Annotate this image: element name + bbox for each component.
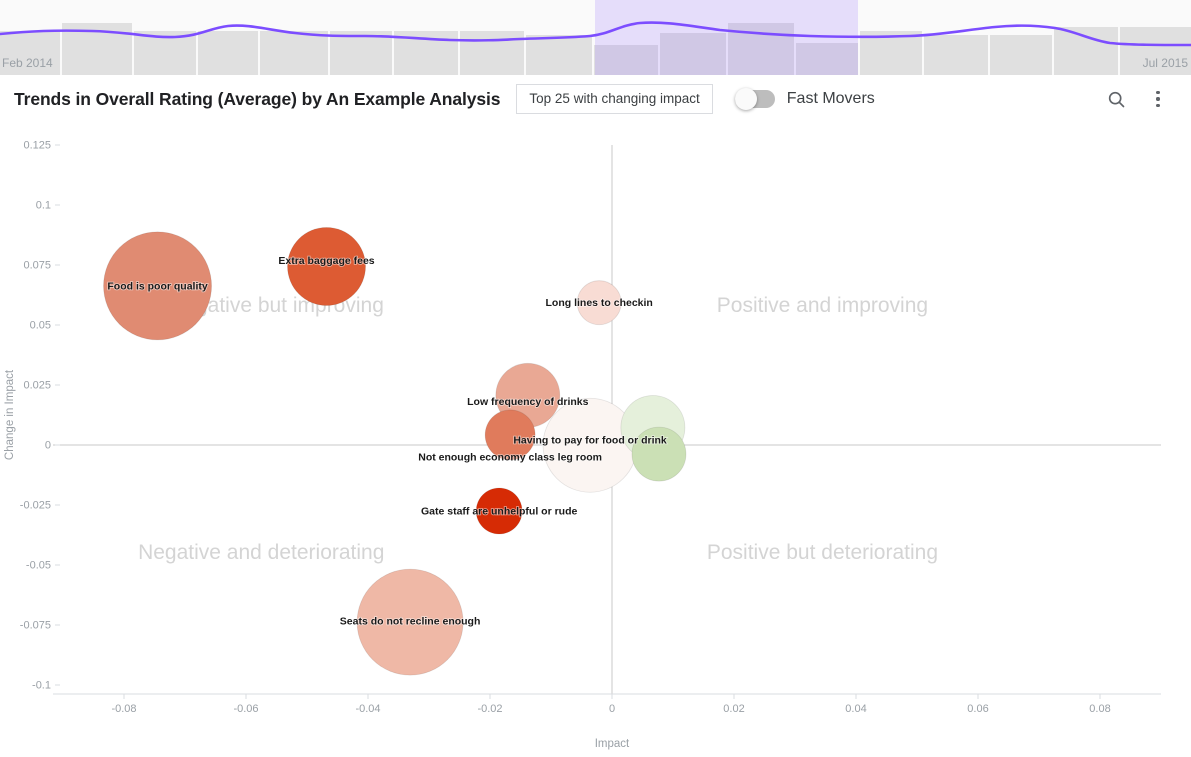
quadrant-label-positive-and-improving: Positive and improving: [717, 294, 928, 317]
x-axis-tick-label: -0.06: [233, 703, 258, 715]
x-axis-tick-label: 0.06: [967, 703, 988, 715]
y-axis-tick-label: 0: [45, 440, 51, 452]
fast-movers-toggle[interactable]: [734, 88, 775, 110]
more-vert-icon: [1156, 89, 1160, 109]
x-axis-tick-label: 0: [609, 703, 615, 715]
x-axis-tick-label: 0.04: [845, 703, 866, 715]
fast-movers-toggle-group[interactable]: Fast Movers: [734, 88, 875, 110]
search-button[interactable]: [1097, 80, 1135, 118]
timeline-brush[interactable]: Feb 2014 Jul 2015: [0, 0, 1191, 75]
y-axis-ticks: 0.125 0.1 0.075 0.05 0.025 0 -0.025 -0.05 -0.075…: [20, 140, 60, 692]
x-axis-tick-label: -0.02: [477, 703, 502, 715]
x-axis-tick-label: 0.02: [723, 703, 744, 715]
filter-dropdown[interactable]: Top 25 with changing impact: [516, 83, 713, 115]
search-icon: [1108, 91, 1124, 107]
bubble-label: Gate staff are unhelpful or rude: [421, 506, 578, 518]
more-options-button[interactable]: [1139, 80, 1177, 118]
x-axis-title: Impact: [595, 738, 630, 750]
toolbar-actions: [1097, 80, 1177, 118]
bubble-chart[interactable]: 0.125 0.1 0.075 0.05 0.025 0 -0.025 -0.05 -0.075…: [0, 123, 1191, 757]
quadrant-labels: Negative but improving Positive and impro…: [138, 294, 938, 564]
quadrant-label-positive-but-deteriorating: Positive but deteriorating: [707, 541, 938, 564]
toggle-knob: [734, 88, 757, 110]
bubble-chart-svg: 0.125 0.1 0.075 0.05 0.025 0 -0.025 -0.05 -0.075…: [4, 140, 1161, 750]
bubble-label: Long lines to checkin: [546, 297, 653, 309]
y-axis-tick-label: 0.1: [36, 200, 51, 212]
x-axis-tick-label: -0.04: [355, 703, 380, 715]
bubble-label: Seats do not recline enough: [340, 616, 481, 628]
timeline-start-label: Feb 2014: [2, 56, 53, 70]
y-axis-tick-label: -0.025: [20, 500, 51, 512]
fast-movers-label: Fast Movers: [786, 90, 875, 107]
quadrant-label-negative-and-deteriorating: Negative and deteriorating: [138, 541, 384, 564]
y-axis-tick-label: 0.075: [23, 260, 51, 272]
y-axis-tick-label: -0.075: [20, 620, 51, 632]
page-title: Trends in Overall Rating (Average) by An…: [14, 88, 501, 109]
chart-toolbar: Trends in Overall Rating (Average) by An…: [0, 75, 1191, 123]
y-axis-tick-label: 0.025: [23, 380, 51, 392]
y-axis-tick-label: -0.05: [26, 560, 51, 572]
y-axis-title: Change in Impact: [4, 369, 16, 460]
bubble-label: Food is poor quality: [107, 280, 207, 292]
bubble-label: Not enough economy class leg room: [418, 451, 602, 463]
bubble-label: Having to pay for food or drink: [513, 435, 667, 447]
timeline-end-label: Jul 2015: [1142, 56, 1188, 70]
timeline-trend-line: [0, 21, 1191, 47]
y-axis-tick-label: 0.125: [23, 140, 51, 152]
y-axis-tick-label: 0.05: [30, 320, 51, 332]
bubble-series[interactable]: Food is poor quality Extra baggage fees Lo…: [103, 227, 687, 676]
bubble-label: Extra baggage fees: [278, 255, 374, 267]
x-axis-ticks: -0.08 -0.06 -0.04 -0.02 0 0.02 0.04 0.06 0.08: [53, 693, 1161, 715]
bubble-label: Low frequency of drinks: [467, 396, 589, 408]
x-axis-tick-label: -0.08: [111, 703, 136, 715]
x-axis-tick-label: 0.08: [1089, 703, 1110, 715]
y-axis-tick-label: -0.1: [32, 680, 51, 692]
